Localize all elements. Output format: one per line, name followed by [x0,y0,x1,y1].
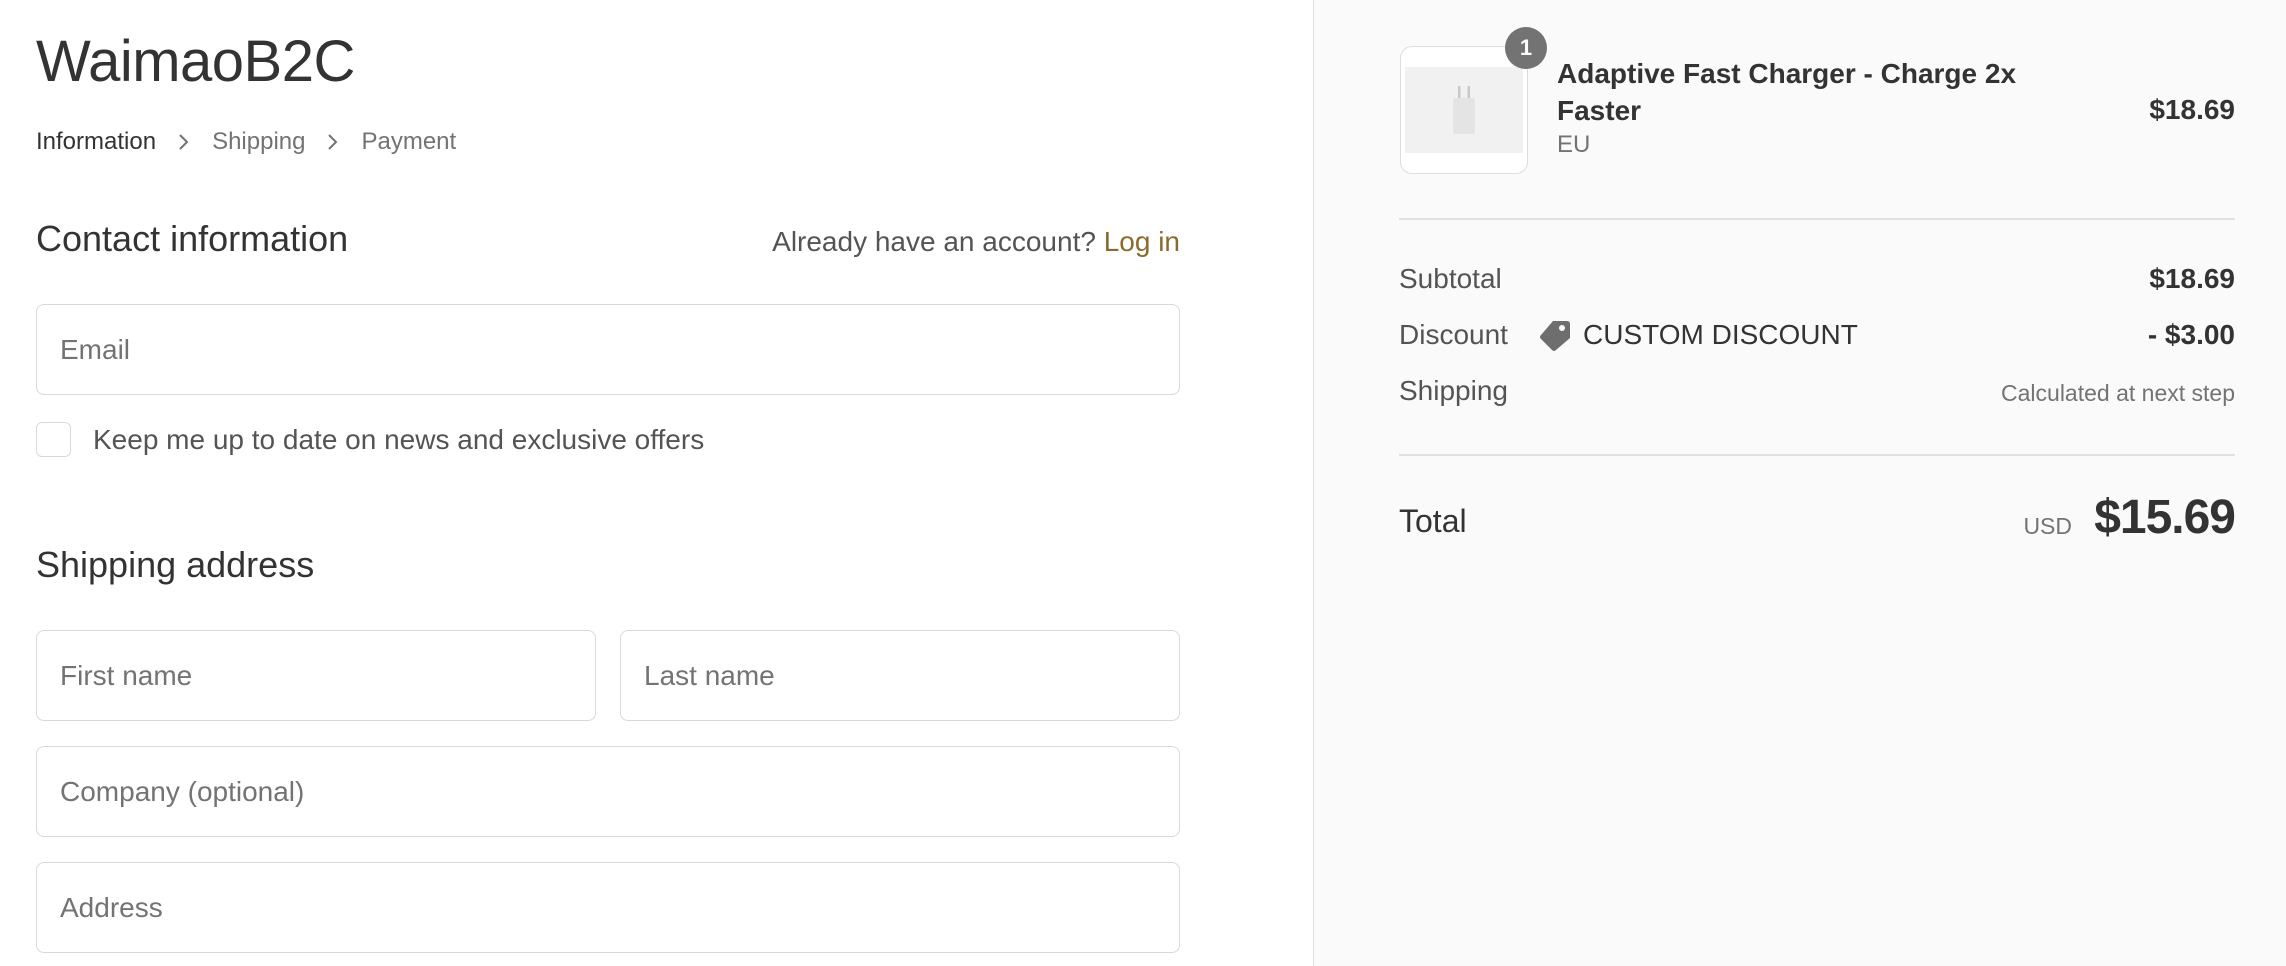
total-divider [1399,454,2235,456]
account-prompt: Already have an account? Log in [763,226,1180,258]
order-summary [1313,0,2286,966]
chevron-right-icon [323,132,343,152]
discount-code-label: CUSTOM DISCOUNT [1583,319,1858,350]
subtotal-label: Subtotal [1399,263,1502,294]
last-name-field-wrapper [620,630,1180,721]
shipping-label: Shipping [1399,375,1508,406]
store-logo[interactable]: WaimaoB2C [36,28,355,95]
address-field[interactable] [37,863,1179,952]
email-field[interactable] [37,305,1179,394]
account-prompt-text: Already have an account? [772,226,1096,257]
company-field[interactable] [37,747,1179,836]
summary-divider [1399,218,2235,220]
total-currency: USD [2023,513,2072,539]
chevron-right-icon [174,132,194,152]
newsletter-option[interactable]: Keep me up to date on news and exclusive… [36,422,704,457]
first-name-field[interactable] [37,631,595,720]
breadcrumb-information: Information [36,128,157,155]
charger-icon [1405,67,1523,153]
quantity-badge: 1 [1505,27,1547,69]
product-name: Adaptive Fast Charger - Charge 2x Faster [1557,58,2017,126]
contact-information-heading: Contact information [36,218,349,259]
first-name-field-wrapper [36,630,596,721]
newsletter-label: Keep me up to date on news and exclusive… [93,423,705,455]
breadcrumb: Information Shipping Payment [36,128,456,156]
email-field-wrapper [36,304,1180,395]
company-field-wrapper [36,746,1180,837]
address-field-wrapper [36,862,1180,953]
tag-icon [1537,317,1583,353]
total-label: Total [1399,503,1467,539]
subtotal-value: $18.69 [2149,263,2235,294]
product-variant: EU [1557,131,1591,158]
checkout-main: WaimaoB2C Information Shipping Payment C… [0,0,1313,966]
breadcrumb-shipping: Shipping [212,128,306,155]
total-amount: $15.69 [2094,491,2236,544]
last-name-field[interactable] [621,631,1179,720]
discount-code: CUSTOM DISCOUNT [1537,317,1858,353]
discount-label: Discount [1399,319,1508,350]
login-link[interactable]: Log in [1104,226,1180,257]
product-price: $18.69 [2149,94,2235,125]
newsletter-checkbox[interactable] [36,422,71,457]
discount-value: - $3.00 [2147,319,2235,350]
shipping-value: Calculated at next step [2001,380,2235,406]
shipping-address-heading: Shipping address [36,544,315,585]
breadcrumb-payment: Payment [361,128,457,155]
product-thumbnail [1400,46,1528,174]
